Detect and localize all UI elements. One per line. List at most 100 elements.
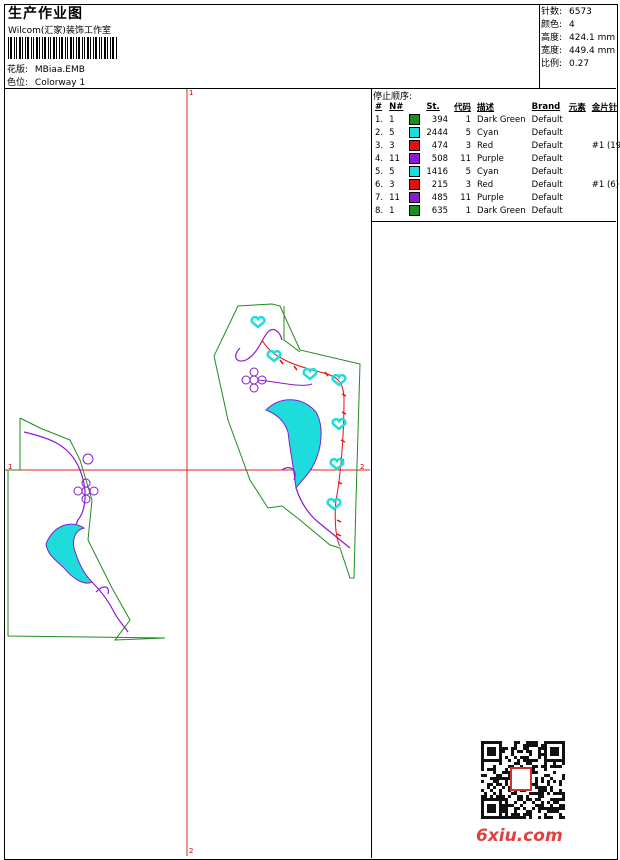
row-stitches: 474 <box>431 140 449 151</box>
colorway-value: Colorway 1 <box>34 78 86 88</box>
row-desc: Dark Green <box>477 205 526 216</box>
company-name: Wilcom(汇家)装饰工作室 <box>8 26 111 36</box>
row-desc: Dark Green <box>477 114 526 125</box>
row-swatch <box>406 178 423 191</box>
stats-panel: 针数: 6573 颜色: 4 高度: 424.1 mm 宽度: 449.4 mm 比例:… <box>541 4 615 69</box>
row-index: 2. <box>375 127 384 138</box>
stat-colors: 颜色: 4 <box>541 20 575 30</box>
row-swatch <box>406 191 423 204</box>
color-swatch <box>409 114 421 125</box>
row-needle: 1 <box>389 114 395 125</box>
heart-icon <box>329 457 345 471</box>
table-row: 7. 11 485 11 Purple Default <box>372 191 620 204</box>
row-index: 3. <box>375 140 384 151</box>
col-sequin: 金片针 <box>591 103 618 113</box>
row-brand: Default <box>531 179 563 190</box>
axis-y-top-label: 1 <box>189 89 194 97</box>
row-sequin: #1 (6) <box>591 179 620 190</box>
right-stem <box>257 379 313 386</box>
right-outline <box>213 303 361 579</box>
row-code: 1 <box>465 114 472 125</box>
pattern-row: 花版: MBiaa.EMB <box>7 62 85 75</box>
row-sequin: #1 (19) <box>591 140 620 151</box>
row-needle: 5 <box>389 166 395 177</box>
row-code: 11 <box>460 192 472 203</box>
stat-scale: 比例: 0.27 <box>541 59 590 69</box>
table-row: 2. 5 2444 5 Cyan Default <box>372 126 620 139</box>
row-brand: Default <box>531 166 563 177</box>
color-swatch <box>409 153 421 164</box>
left-flower <box>73 478 99 504</box>
color-swatch <box>409 192 421 203</box>
row-stitches: 394 <box>431 114 449 125</box>
col-color <box>406 101 423 113</box>
color-swatch <box>409 127 421 138</box>
row-needle: 11 <box>389 153 400 164</box>
row-swatch <box>406 165 423 178</box>
table-row: 4. 11 508 11 Purple Default <box>372 152 620 165</box>
page-title: 生产作业图 <box>8 6 83 22</box>
left-dolphin-body <box>45 523 93 584</box>
row-brand: Default <box>531 153 563 164</box>
row-needle: 11 <box>389 192 400 203</box>
row-element <box>566 139 589 152</box>
row-element <box>566 126 589 139</box>
row-sequin <box>589 191 620 204</box>
table-divider <box>371 221 616 222</box>
color-swatch <box>409 140 421 151</box>
color-swatch <box>409 205 421 216</box>
table-header-row: # N# St. 代码 描述 Brand 元素 金片针 <box>372 101 620 113</box>
left-outline <box>7 417 166 641</box>
row-stitches: 635 <box>431 205 449 216</box>
axis-x-right-label: 2 <box>360 463 365 471</box>
color-swatch <box>409 166 421 177</box>
stat-width: 宽度: 449.4 mm <box>541 46 616 56</box>
design-canvas <box>5 89 370 856</box>
row-brand: Default <box>531 114 563 125</box>
row-element <box>566 152 589 165</box>
right-swirl <box>235 328 283 362</box>
row-sequin <box>589 204 620 217</box>
barcode <box>8 37 117 59</box>
table-row: 1. 1 394 1 Dark Green Default <box>372 113 620 126</box>
colorway-row: 色位: Colorway 1 <box>7 75 85 88</box>
right-motif <box>213 303 361 579</box>
heart-icon <box>331 373 347 387</box>
stat-stitches: 针数: 6573 <box>541 7 592 17</box>
pattern-value: MBiaa.EMB <box>34 65 85 75</box>
row-sequin <box>589 165 620 178</box>
row-element <box>566 191 589 204</box>
row-desc: Red <box>477 179 494 190</box>
stat-height: 高度: 424.1 mm <box>541 33 616 43</box>
color-swatch <box>409 179 421 190</box>
row-desc: Red <box>477 140 494 151</box>
row-needle: 1 <box>389 205 395 216</box>
row-index: 7. <box>375 192 384 203</box>
row-index: 5. <box>375 166 384 177</box>
table-row: 6. 3 215 3 Red Default #1 (6) <box>372 178 620 191</box>
row-code: 11 <box>460 153 472 164</box>
row-code: 3 <box>465 179 472 190</box>
row-swatch <box>406 204 423 217</box>
row-desc: Cyan <box>477 166 499 177</box>
stop-sequence-table: # N# St. 代码 描述 Brand 元素 金片针 1. 1 394 1 Dark … <box>372 101 620 217</box>
table-row: 8. 1 635 1 Dark Green Default <box>372 204 620 217</box>
row-stitches: 485 <box>431 192 449 203</box>
row-code: 1 <box>465 205 472 216</box>
row-desc: Cyan <box>477 127 499 138</box>
table-row: 3. 3 474 3 Red Default #1 (19) <box>372 139 620 152</box>
heart-icon <box>266 349 282 363</box>
row-swatch <box>406 152 423 165</box>
row-swatch <box>406 126 423 139</box>
heart-icon <box>250 315 266 329</box>
row-brand: Default <box>531 192 563 203</box>
row-stitches: 2444 <box>426 127 449 138</box>
stats-divider <box>539 4 540 88</box>
row-element <box>566 178 589 191</box>
col-index: # <box>375 102 383 112</box>
row-code: 3 <box>465 140 472 151</box>
row-sequin <box>589 113 620 126</box>
axis-y-bottom-label: 2 <box>189 847 194 855</box>
col-element: 元素 <box>568 103 586 113</box>
row-needle: 3 <box>389 140 395 151</box>
